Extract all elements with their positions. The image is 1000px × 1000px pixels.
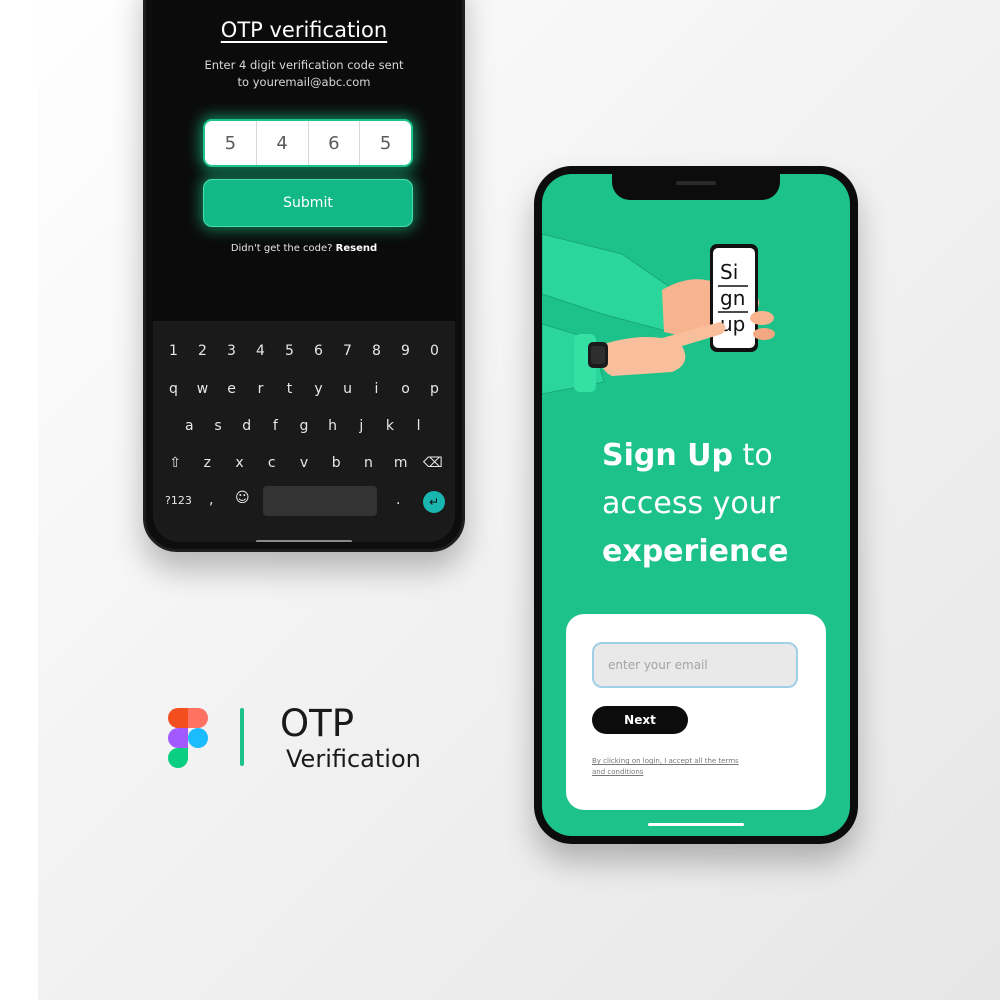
key-2[interactable]: 2 <box>190 343 216 359</box>
speaker-icon <box>676 181 716 185</box>
keyboard-row-middle: a s d f g h j k l <box>153 418 455 434</box>
signup-headline: Sign Up to access your experience <box>602 432 788 576</box>
key-k[interactable]: k <box>377 418 403 434</box>
illustration-text-3: up <box>720 312 745 336</box>
key-5[interactable]: 5 <box>277 343 303 359</box>
key-p[interactable]: p <box>422 381 448 397</box>
brand-title: OTP <box>280 702 355 745</box>
keyboard-row-bottom: ⇧ z x c v b n m ⌫ <box>153 455 455 471</box>
key-n[interactable]: n <box>355 455 381 471</box>
key-j[interactable]: j <box>348 418 374 434</box>
submit-button[interactable]: Submit <box>203 179 413 227</box>
background-strip <box>0 0 38 1000</box>
keyboard-row-top: q w e r t y u i o p <box>153 381 455 397</box>
key-b[interactable]: b <box>323 455 349 471</box>
otp-title: OTP verification <box>220 18 388 42</box>
key-q[interactable]: q <box>161 381 187 397</box>
otp-digit-3[interactable]: 6 <box>309 121 361 165</box>
otp-subtitle-line1: Enter 4 digit verification code sent <box>204 58 404 72</box>
resend-line: Didn't get the code? Resend <box>153 243 455 254</box>
key-9[interactable]: 9 <box>393 343 419 359</box>
phone-sign-up: Si gn up Sign Up to access your experien… <box>534 166 858 844</box>
next-button[interactable]: Next <box>592 706 688 734</box>
headline-bold-2: experience <box>602 534 789 569</box>
key-0[interactable]: 0 <box>422 343 448 359</box>
otp-digit-4[interactable]: 5 <box>360 121 411 165</box>
period-key[interactable]: . <box>396 492 400 508</box>
key-1[interactable]: 1 <box>161 343 187 359</box>
key-r[interactable]: r <box>248 381 274 397</box>
key-o[interactable]: o <box>393 381 419 397</box>
key-g[interactable]: g <box>291 418 317 434</box>
key-m[interactable]: m <box>388 455 414 471</box>
otp-digit-1[interactable]: 5 <box>205 121 257 165</box>
key-s[interactable]: s <box>205 418 231 434</box>
email-input[interactable] <box>592 642 798 688</box>
headline-rest-1: to <box>733 438 773 473</box>
comma-key[interactable]: , <box>209 492 213 508</box>
keyboard-row-space: ?123 , ☺ . ↵ <box>153 486 455 520</box>
figma-logo-icon <box>168 708 208 768</box>
otp-code-input[interactable]: 5 4 6 5 <box>203 119 413 167</box>
phone-otp-verification: OTP verification Enter 4 digit verificat… <box>143 0 465 552</box>
signup-screen: Si gn up Sign Up to access your experien… <box>542 174 850 836</box>
key-3[interactable]: 3 <box>219 343 245 359</box>
key-f[interactable]: f <box>262 418 288 434</box>
brand-subtitle: Verification <box>286 745 421 773</box>
key-w[interactable]: w <box>190 381 216 397</box>
headline-line1: Sign Up to <box>602 432 788 480</box>
key-7[interactable]: 7 <box>335 343 361 359</box>
key-l[interactable]: l <box>406 418 432 434</box>
terms-link[interactable]: By clicking on login, I accept all the t… <box>592 756 742 778</box>
illustration-text-2: gn <box>720 286 745 310</box>
keyboard-row-numbers: 1 2 3 4 5 6 7 8 9 0 <box>153 343 455 359</box>
headline-bold-1: Sign Up <box>602 438 734 473</box>
key-6[interactable]: 6 <box>306 343 332 359</box>
signup-card: Next By clicking on login, I accept all … <box>566 614 826 810</box>
key-8[interactable]: 8 <box>364 343 390 359</box>
hand-phone-illustration: Si gn up <box>542 233 775 395</box>
key-t[interactable]: t <box>277 381 303 397</box>
otp-digit-2[interactable]: 4 <box>257 121 309 165</box>
home-indicator <box>648 823 744 826</box>
key-c[interactable]: c <box>259 455 285 471</box>
key-4[interactable]: 4 <box>248 343 274 359</box>
headline-line2: access your <box>602 486 781 521</box>
shift-icon[interactable]: ⇧ <box>162 455 188 471</box>
space-key[interactable] <box>263 486 377 516</box>
key-y[interactable]: y <box>306 381 332 397</box>
backspace-icon[interactable]: ⌫ <box>420 455 446 471</box>
otp-subtitle: Enter 4 digit verification code sent to … <box>153 57 455 91</box>
home-indicator <box>256 540 352 542</box>
key-v[interactable]: v <box>291 455 317 471</box>
phone-notch <box>612 174 780 200</box>
on-screen-keyboard: 1 2 3 4 5 6 7 8 9 0 q w e r t y u i o p … <box>153 321 455 542</box>
key-u[interactable]: u <box>335 381 361 397</box>
key-z[interactable]: z <box>194 455 220 471</box>
resend-prompt: Didn't get the code? <box>230 243 333 254</box>
key-i[interactable]: i <box>364 381 390 397</box>
brand-divider <box>240 708 244 766</box>
resend-link[interactable]: Resend <box>336 243 378 254</box>
enter-icon[interactable]: ↵ <box>423 491 445 513</box>
key-x[interactable]: x <box>227 455 253 471</box>
key-d[interactable]: d <box>234 418 260 434</box>
otp-screen: OTP verification Enter 4 digit verificat… <box>153 0 455 542</box>
symbols-key[interactable]: ?123 <box>165 494 192 507</box>
illustration-text-1: Si <box>720 260 738 284</box>
key-a[interactable]: a <box>176 418 202 434</box>
key-e[interactable]: e <box>219 381 245 397</box>
emoji-icon[interactable]: ☺ <box>235 490 250 506</box>
otp-subtitle-line2: to youremail@abc.com <box>237 75 371 89</box>
key-h[interactable]: h <box>320 418 346 434</box>
